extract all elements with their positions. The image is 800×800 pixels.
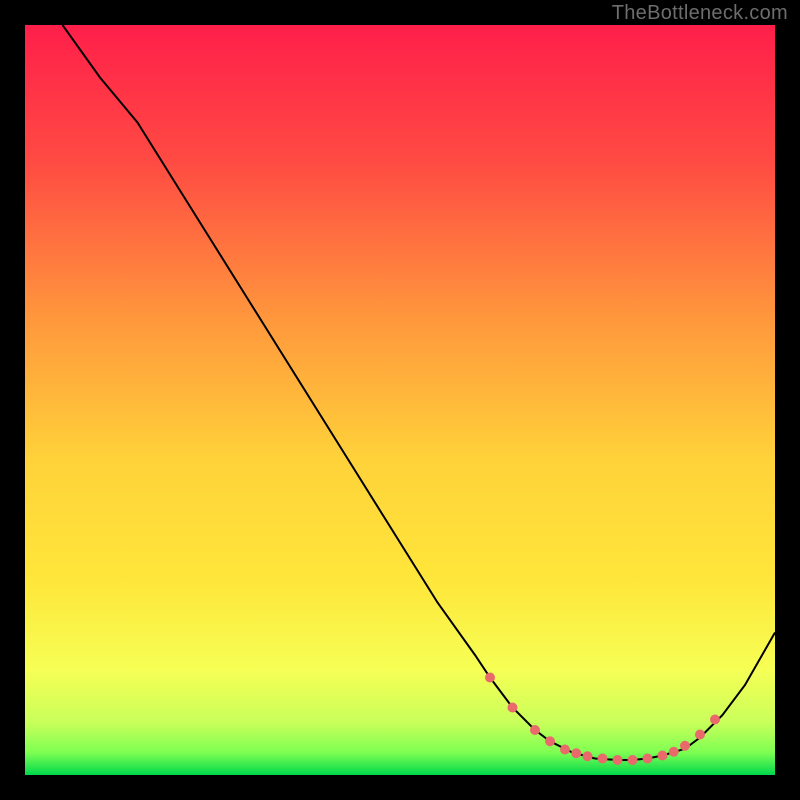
curve-marker [530, 725, 540, 735]
curve-marker [583, 751, 593, 761]
curve-marker [658, 751, 668, 761]
curve-marker [571, 748, 581, 758]
curve-marker [643, 754, 653, 764]
curve-marker [695, 730, 705, 740]
curve-marker [628, 755, 638, 765]
curve-marker [613, 755, 623, 765]
curve-marker [508, 703, 518, 713]
curve-marker [680, 741, 690, 751]
curve-marker [485, 673, 495, 683]
curve-marker [560, 745, 570, 755]
gradient-panel [25, 25, 775, 775]
curve-marker [710, 715, 720, 725]
curve-marker [669, 747, 679, 757]
curve-marker [545, 736, 555, 746]
curve-marker [598, 754, 608, 764]
watermark-text: TheBottleneck.com [612, 2, 788, 25]
bottleneck-chart [25, 25, 775, 775]
chart-stage: TheBottleneck.com [0, 0, 800, 800]
